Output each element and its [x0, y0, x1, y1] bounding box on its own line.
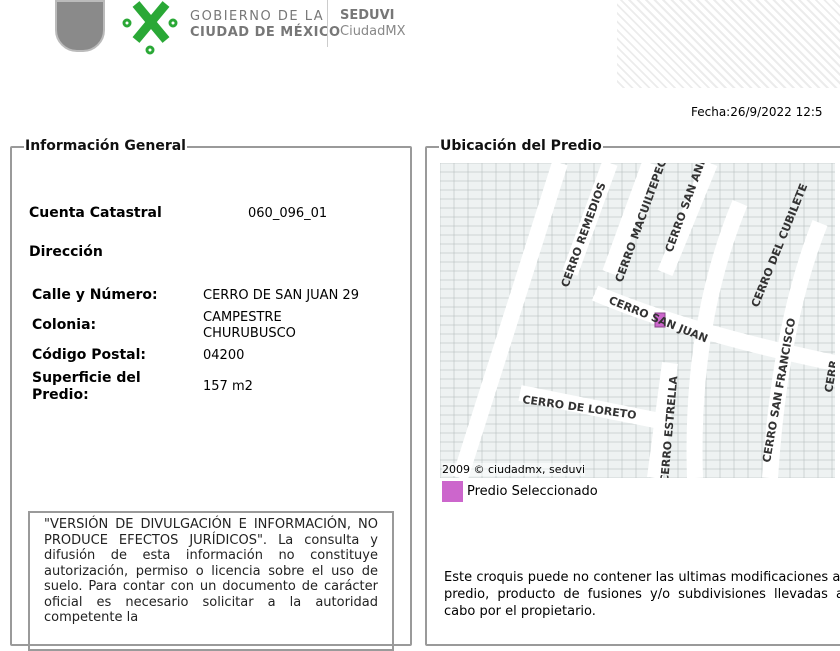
colonia-value-2: CHURUBUSCO — [203, 326, 296, 341]
agency-name: SEDUVI — [340, 8, 395, 23]
agency-sub: CiudadMX — [340, 24, 406, 39]
cuenta-label: Cuenta Catastral — [29, 205, 162, 221]
logo-divider — [327, 0, 328, 47]
legend-swatch — [442, 481, 463, 502]
disclaimer-box: "VERSIÓN DE DIVULGACIÓN E INFORMACIÓN, N… — [28, 511, 394, 651]
cp-value: 04200 — [203, 348, 245, 363]
map-credit: 2009 © ciudadmx, seduvi — [442, 463, 586, 476]
date-stamp: Fecha:26/9/2022 12:5 — [691, 105, 823, 119]
colonia-value-1: CAMPESTRE — [203, 310, 282, 325]
calle-label: Calle y Número: — [32, 287, 158, 303]
superficie-value: 157 m2 — [203, 379, 253, 394]
calle-value: CERRO DE SAN JUAN 29 — [203, 288, 359, 303]
superficie-label-2: Predio: — [32, 387, 89, 403]
coat-of-arms-logo — [55, 0, 105, 52]
map-note: Este croquis puede no contener las ultim… — [444, 570, 840, 619]
cdmx-logo-icon — [122, 0, 178, 55]
cp-label: Código Postal: — [32, 347, 146, 363]
gov-line2: CIUDAD DE MÉXICO — [190, 25, 341, 40]
location-map[interactable]: CERRO REMEDIOS CERRO MACUILTEPEC CERRO S… — [440, 163, 835, 478]
info-general-title: Información General — [24, 138, 187, 154]
direccion-label: Dirección — [29, 244, 103, 260]
gov-line1: GOBIERNO DE LA — [190, 9, 325, 24]
ubicacion-title: Ubicación del Predio — [439, 138, 603, 154]
legend-label: Predio Seleccionado — [467, 484, 598, 499]
header-pattern — [617, 0, 840, 88]
superficie-label-1: Superficie del — [32, 370, 141, 386]
colonia-label: Colonia: — [32, 317, 97, 333]
cuenta-value: 060_096_01 — [248, 206, 328, 221]
